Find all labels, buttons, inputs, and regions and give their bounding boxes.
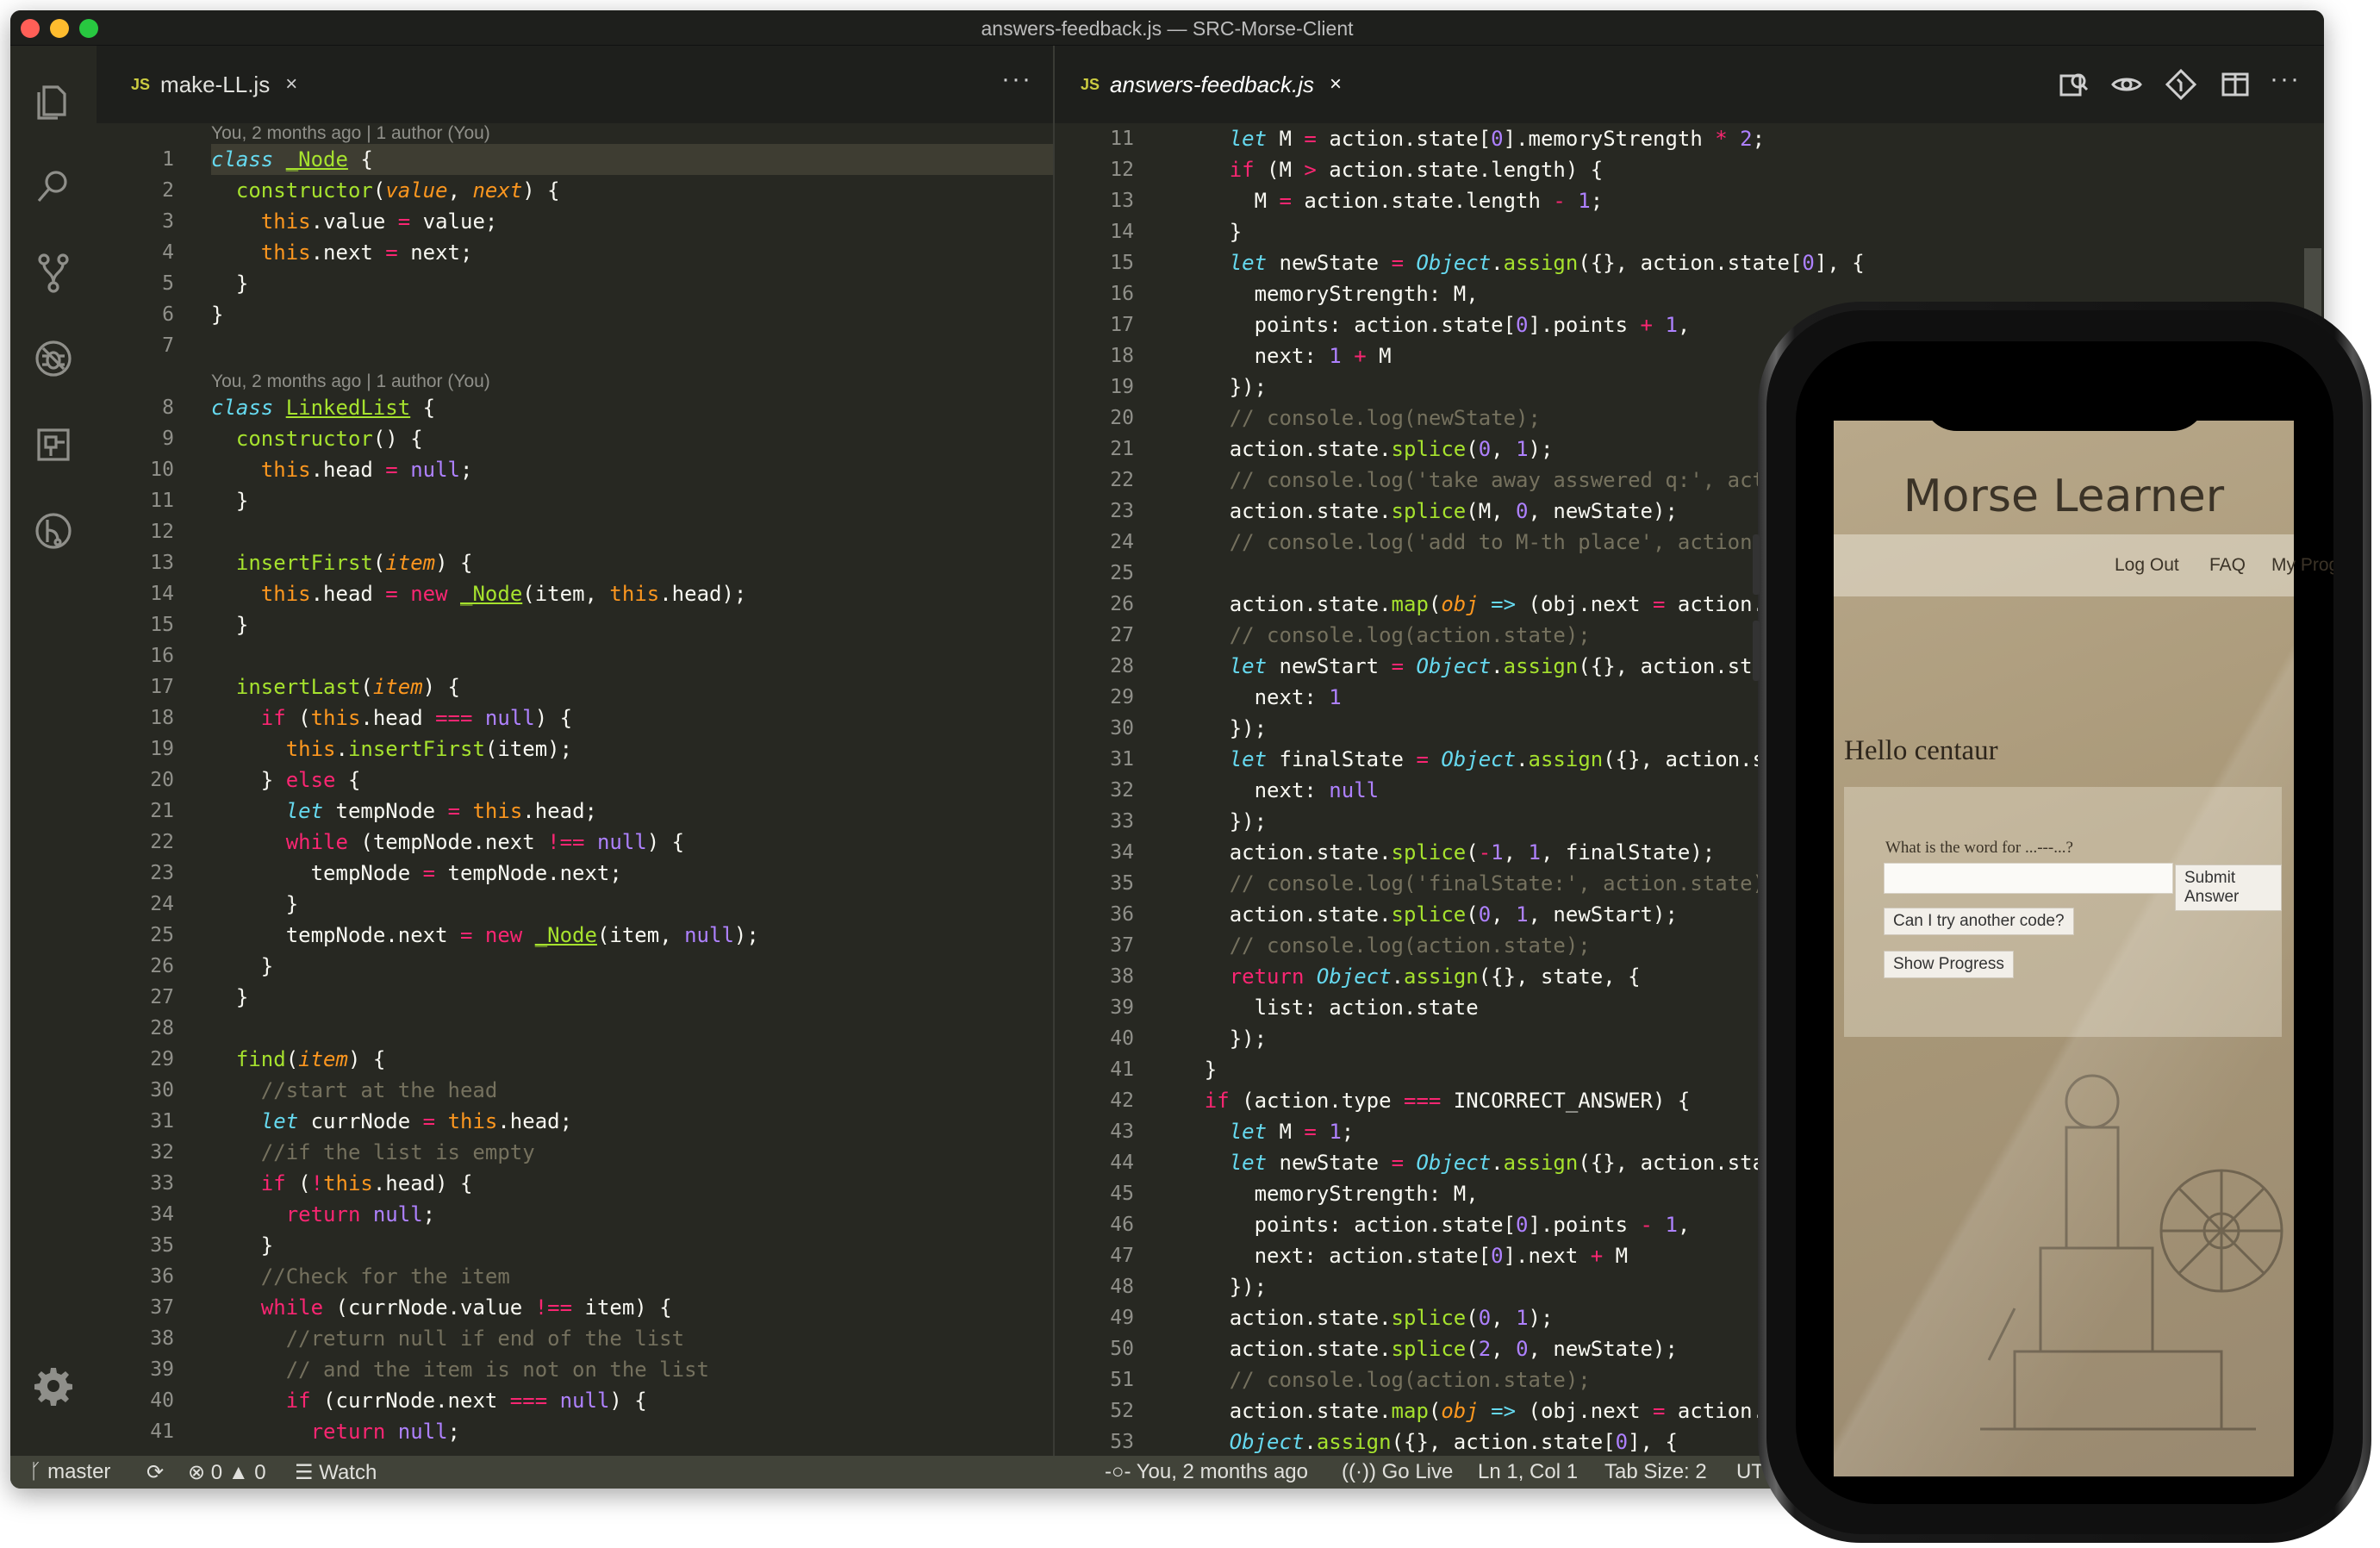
- window-title: answers-feedback.js — SRC-Morse-Client: [981, 17, 1354, 40]
- phone-screen: Morse Learner Log Out FAQ My Progress He…: [1796, 341, 2333, 1504]
- right-tab-bar: JS answers-feedback.js × ···: [1055, 46, 2324, 123]
- blame-icon[interactable]: [2108, 66, 2146, 108]
- activity-bar: [10, 46, 97, 1456]
- tab-answers-feedback[interactable]: JS answers-feedback.js ×: [1081, 46, 1342, 123]
- try-another-code-button[interactable]: Can I try another code?: [1884, 908, 2074, 935]
- nav-logout[interactable]: Log Out: [2115, 555, 2179, 576]
- more-actions-icon[interactable]: ···: [1001, 65, 1032, 94]
- go-live-button[interactable]: ((·)) Go Live: [1342, 1460, 1453, 1484]
- git-branch-icon: ᚴ: [29, 1460, 42, 1483]
- close-tab-icon[interactable]: ×: [1330, 72, 1342, 97]
- question-card: What is the word for ...---...? Submit A…: [1844, 787, 2282, 1037]
- morse-app: Morse Learner Log Out FAQ My Progress He…: [1834, 421, 2333, 1476]
- search-icon[interactable]: [32, 165, 75, 208]
- nav-my-progress[interactable]: My Progress: [2271, 555, 2333, 576]
- notch: [1922, 381, 2207, 431]
- gitlens-icon[interactable]: [32, 509, 75, 552]
- commit-icon: -○-: [1105, 1460, 1131, 1483]
- open-changes-icon[interactable]: [2054, 66, 2092, 108]
- js-file-icon: JS: [1081, 75, 1100, 93]
- tab-size[interactable]: Tab Size: 2: [1604, 1460, 1707, 1484]
- line-numbers: 1 2 3 4 5 6 7: [162, 148, 174, 357]
- gear-icon[interactable]: [32, 1364, 75, 1408]
- close-tab-icon[interactable]: ×: [285, 72, 297, 97]
- tab-make-ll[interactable]: JS make-LL.js ×: [131, 46, 297, 123]
- blame-annotation: You, 2 months ago | 1 author (You): [211, 371, 490, 391]
- list-icon: ☰: [295, 1461, 314, 1484]
- error-icon: ⊗: [188, 1461, 206, 1484]
- cursor-position[interactable]: Ln 1, Col 1: [1478, 1460, 1578, 1484]
- explorer-icon[interactable]: [32, 78, 75, 122]
- left-editor[interactable]: You, 2 months ago | 1 author (You) You, …: [97, 123, 1053, 1456]
- broadcast-icon: ((·)): [1342, 1460, 1376, 1483]
- tab-label: make-LL.js: [160, 71, 271, 97]
- debug-icon[interactable]: [32, 337, 75, 380]
- watch-status[interactable]: ☰ Watch: [295, 1460, 377, 1485]
- nav-bar: Log Out FAQ My Progress: [1834, 534, 2333, 596]
- submit-answer-button[interactable]: Submit Answer: [2175, 865, 2282, 911]
- phone-mockup: Morse Learner Log Out FAQ My Progress He…: [1753, 302, 2371, 1543]
- encoding[interactable]: UT: [1736, 1460, 1764, 1484]
- code-block: class _Node { constructor(value, next) {…: [211, 147, 560, 327]
- warning-icon: ▲: [227, 1461, 249, 1484]
- app-title: Morse Learner: [1903, 471, 2225, 522]
- extensions-icon[interactable]: [32, 423, 75, 466]
- answer-input[interactable]: [1884, 863, 2173, 894]
- source-control-icon[interactable]: [32, 251, 75, 294]
- volume-button: [1753, 534, 1760, 595]
- volume-button: [1753, 621, 1760, 681]
- left-tab-bar: JS make-LL.js × ···: [97, 46, 1053, 123]
- tab-label: answers-feedback.js: [1110, 71, 1315, 97]
- sync-icon[interactable]: ⟳: [146, 1460, 164, 1485]
- title-bar: answers-feedback.js — SRC-Morse-Client: [10, 10, 2324, 46]
- blame-annotation: You, 2 months ago | 1 author (You): [211, 123, 490, 143]
- more-actions-icon[interactable]: ···: [2270, 65, 2301, 94]
- branch-status[interactable]: ᚴ master: [29, 1460, 110, 1484]
- greeting: Hello centaur: [1844, 735, 1998, 766]
- question-label: What is the word for ...---...?: [1885, 839, 2073, 857]
- line-numbers: 8 9 10 11 12 13 14 15 16 17 18 19 20 21 …: [150, 396, 174, 1443]
- split-editor-icon[interactable]: [2216, 66, 2254, 108]
- code-block: class LinkedList { constructor() { this.…: [211, 396, 759, 1444]
- problems-status[interactable]: ⊗ 0 ▲ 0: [188, 1460, 266, 1485]
- git-compare-icon[interactable]: [2162, 66, 2200, 108]
- show-progress-button[interactable]: Show Progress: [1884, 951, 2014, 978]
- line-numbers: 11 12 13 14 15 16 17 18 19 20 21 22 23 2…: [1110, 128, 1134, 1453]
- nav-faq[interactable]: FAQ: [2209, 555, 2246, 576]
- blame-status[interactable]: -○- You, 2 months ago: [1105, 1460, 1308, 1484]
- js-file-icon: JS: [131, 75, 151, 93]
